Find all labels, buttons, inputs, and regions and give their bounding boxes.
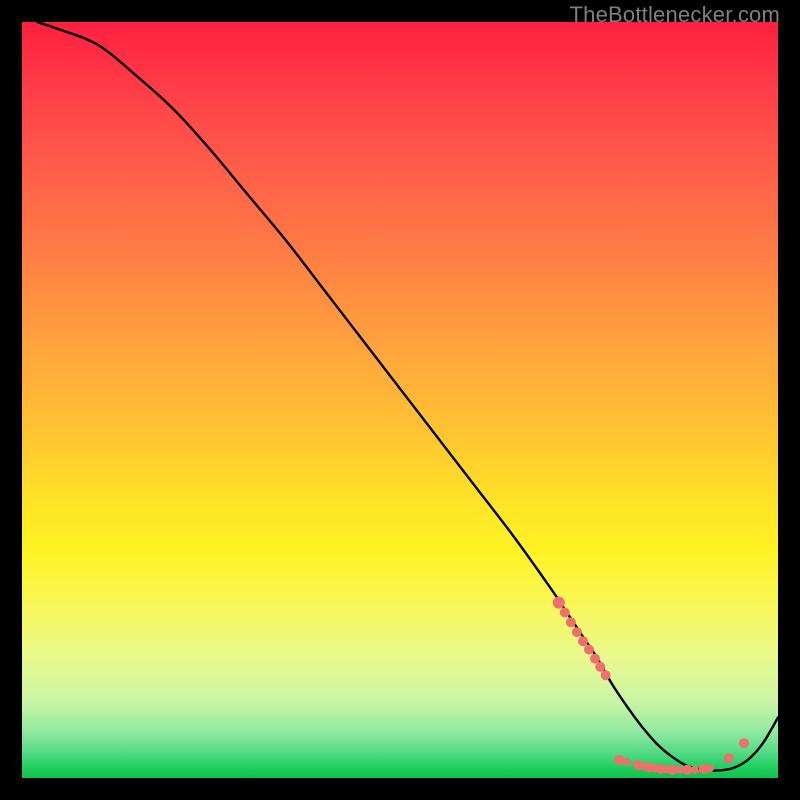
curve-marker (578, 636, 588, 646)
curve-marker (590, 654, 600, 664)
curve-marker (572, 627, 582, 637)
curve-marker (584, 645, 594, 655)
curve-marker (739, 738, 749, 748)
curve-marker (614, 755, 624, 765)
curve-marker (566, 617, 576, 627)
bottleneck-curve (37, 22, 778, 771)
chart-stage: TheBottlenecker.com (0, 0, 800, 800)
curve-marker (691, 766, 699, 774)
curve-markers (553, 597, 749, 775)
curve-marker (595, 662, 605, 672)
curve-marker (553, 597, 565, 609)
curve-marker (706, 764, 714, 772)
curve-marker (623, 758, 631, 766)
curve-marker (724, 753, 734, 763)
plot-area (22, 22, 778, 778)
curve-marker (560, 607, 570, 617)
curve-svg (22, 22, 778, 778)
curve-marker (601, 670, 611, 680)
